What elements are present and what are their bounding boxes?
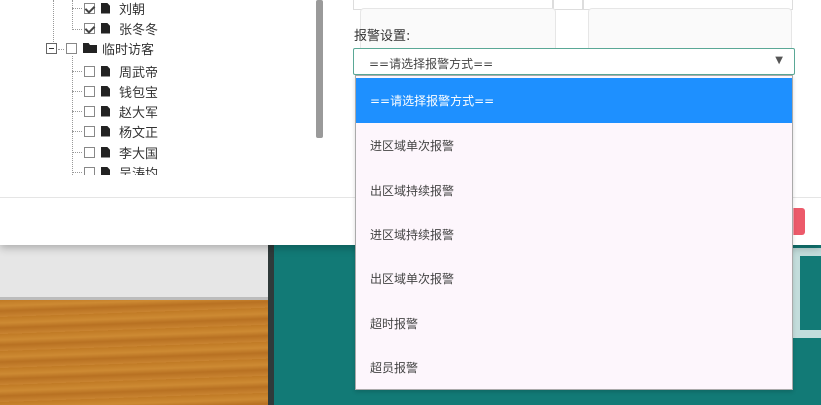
- file-icon: [101, 85, 110, 97]
- tree-node[interactable]: 李大国: [84, 142, 158, 162]
- checkbox[interactable]: [84, 85, 95, 97]
- alarm-option[interactable]: 进区域单次报警: [356, 123, 792, 168]
- tree-node-label: 临时访客: [102, 42, 155, 58]
- folder-open-icon: [83, 43, 97, 53]
- file-icon: [101, 125, 110, 137]
- alarm-mode-select[interactable]: ==请选择报警方式== ▼: [353, 48, 795, 75]
- checkbox[interactable]: [66, 42, 77, 54]
- tree-node-label: 李大国: [119, 146, 159, 162]
- alarm-mode-dropdown: ==请选择报警方式== 进区域单次报警 出区域持续报警 进区域持续报警 出区域单…: [355, 75, 793, 390]
- background-strip: [0, 245, 275, 300]
- tree-node[interactable]: 张冬冬: [84, 18, 158, 38]
- alarm-mode-options: ==请选择报警方式== 进区域单次报警 出区域持续报警 进区域持续报警 出区域单…: [356, 76, 792, 389]
- tree-node-label: 赵大军: [119, 105, 159, 121]
- checkbox[interactable]: [84, 146, 95, 158]
- checkbox[interactable]: [84, 105, 95, 117]
- time-field: [553, 0, 583, 10]
- file-icon: [101, 65, 110, 77]
- file-icon: [101, 22, 110, 34]
- tree-node[interactable]: 杨文正: [84, 121, 158, 141]
- person-tree: 刘朝 张冬冬 临时访客 周武帝 钱包宝 赵大军 杨文正 李大国 吴涛均: [0, 0, 320, 175]
- tree-node[interactable]: 钱包宝: [84, 81, 158, 101]
- tree-node[interactable]: 周武帝: [84, 61, 158, 81]
- tree-node-label: 刘朝: [119, 2, 146, 18]
- file-icon: [101, 166, 110, 175]
- alarm-option[interactable]: ==请选择报警方式==: [356, 78, 792, 123]
- file-icon: [101, 2, 110, 14]
- alarm-mode-select-value: ==请选择报警方式==: [369, 57, 494, 71]
- alarm-option[interactable]: 超员报警: [356, 345, 792, 389]
- background-wood-image: [0, 300, 272, 405]
- tree-node[interactable]: 刘朝: [84, 0, 145, 18]
- collapse-toggle-icon[interactable]: [46, 42, 57, 54]
- checkbox[interactable]: [84, 22, 95, 34]
- tree-node[interactable]: 赵大军: [84, 101, 158, 121]
- alarm-option[interactable]: 超时报警: [356, 301, 792, 346]
- checkbox[interactable]: [84, 166, 95, 175]
- checkbox[interactable]: [84, 65, 95, 77]
- tree-node-label: 吴涛均: [119, 166, 159, 176]
- checkbox[interactable]: [84, 2, 95, 14]
- file-icon: [101, 105, 110, 117]
- alarm-option[interactable]: 出区域单次报警: [356, 256, 792, 301]
- tree-folder[interactable]: 临时访客: [46, 38, 154, 58]
- caret-down-icon: ▼: [775, 55, 783, 66]
- checkbox[interactable]: [84, 125, 95, 137]
- alarm-option[interactable]: 出区域持续报警: [356, 168, 792, 213]
- alarm-option[interactable]: 进区域持续报警: [356, 212, 792, 257]
- tree-node-label: 周武帝: [119, 65, 159, 81]
- tree-node-label: 杨文正: [119, 125, 159, 141]
- tree-node-label: 钱包宝: [119, 85, 159, 101]
- alarm-settings-label: 报警设置:: [354, 29, 411, 44]
- tree-node-label: 张冬冬: [119, 22, 159, 38]
- file-icon: [101, 146, 110, 158]
- tree-scrollbar[interactable]: [316, 0, 323, 138]
- background-glyph: [792, 248, 821, 338]
- tree-node[interactable]: 吴涛均: [84, 162, 158, 175]
